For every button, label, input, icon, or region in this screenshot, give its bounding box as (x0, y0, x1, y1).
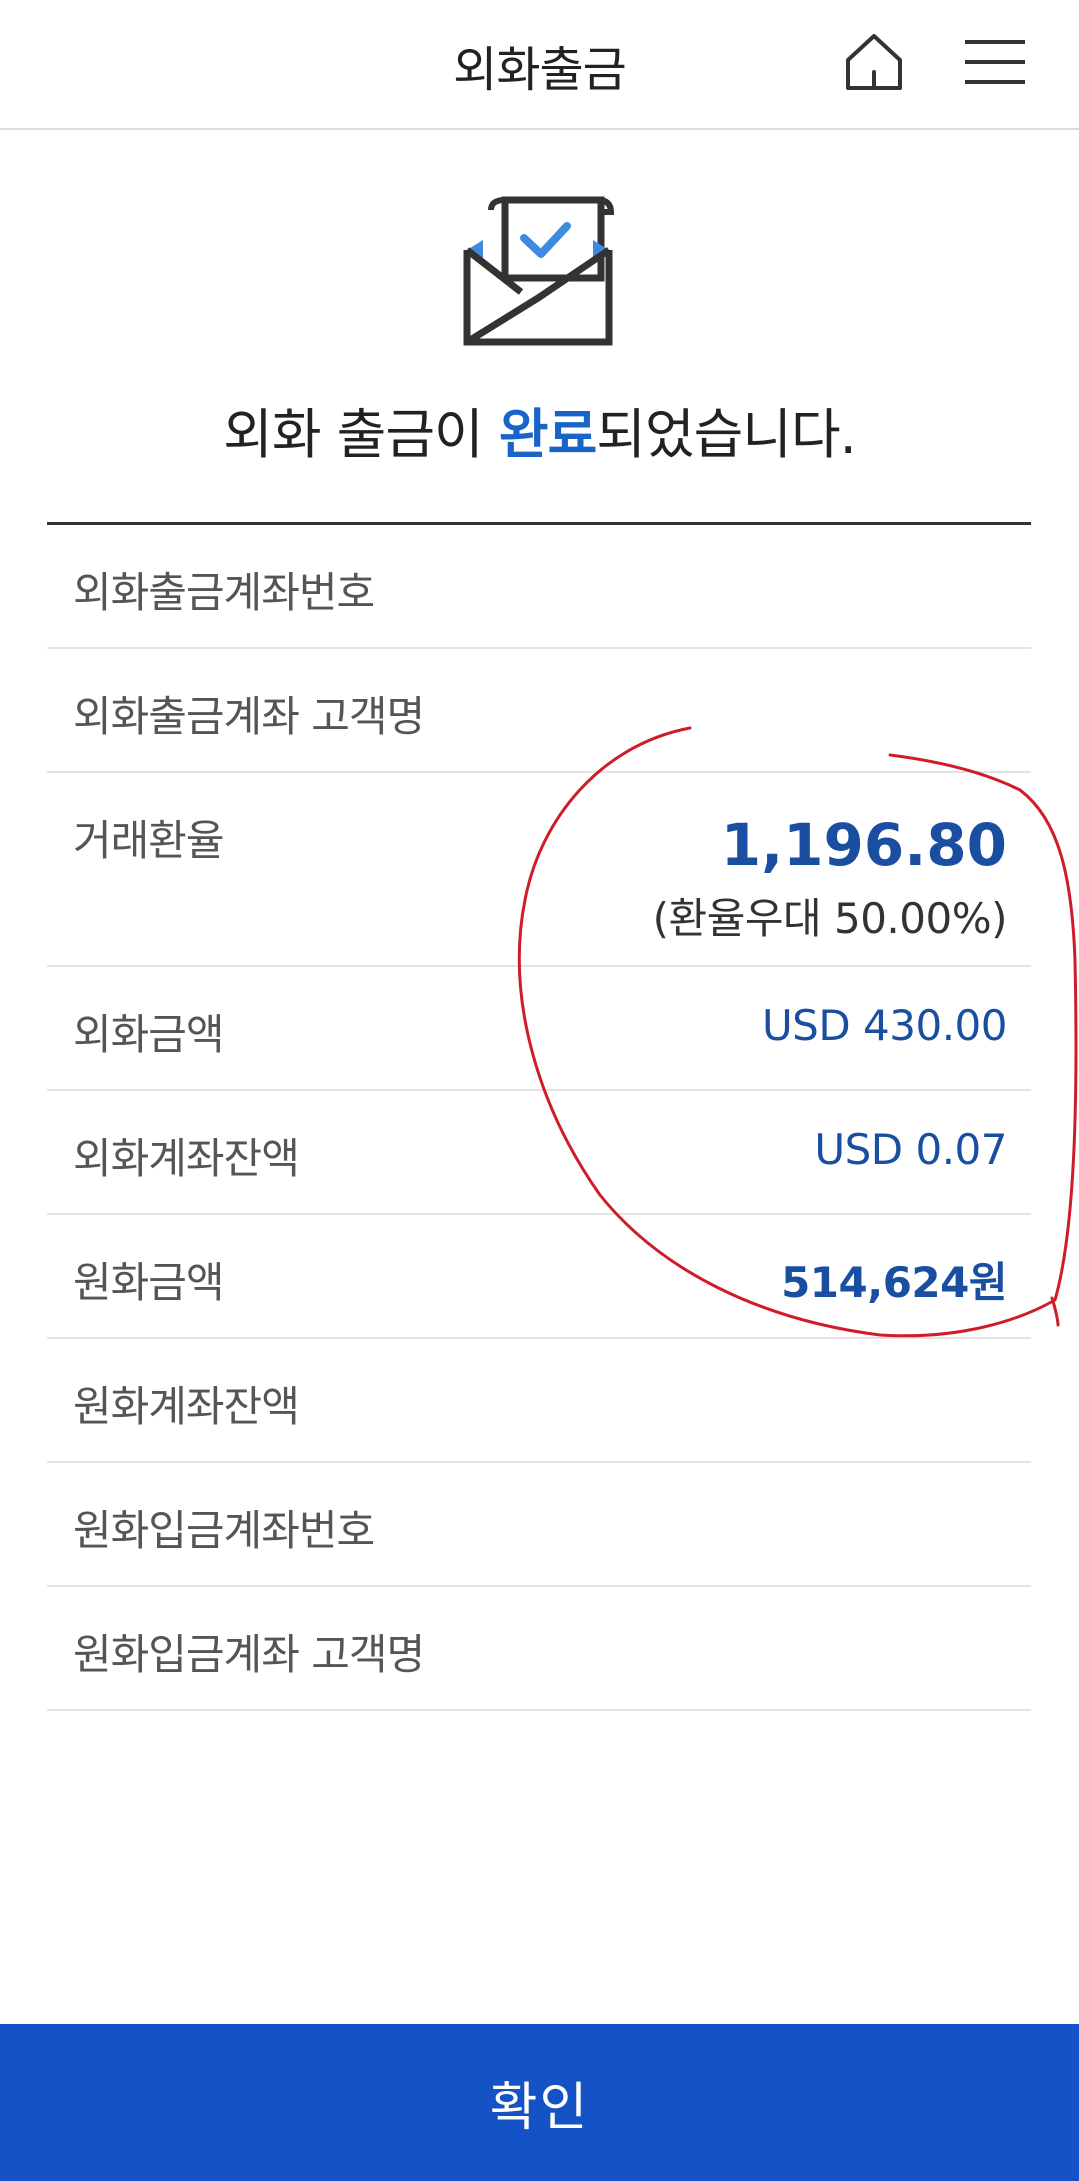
krw-amount-label: 원화금액 (73, 1258, 225, 1307)
exchange-rate-row: 거래환율 1,196.80 (환율우대 50.00%) (47, 773, 1031, 967)
fx-amount-value: USD 430.00 (761, 1001, 1008, 1050)
fx-amount-label: 외화금액 (73, 1010, 225, 1059)
krw-deposit-holder-row: 원화입금계좌 고객명 (47, 1587, 1031, 1711)
message-accent: 완료 (498, 403, 597, 466)
envelope-check-icon (461, 196, 615, 346)
krw-deposit-account-row: 원화입금계좌번호 (47, 1463, 1031, 1587)
krw-balance-row: 원화계좌잔액 (47, 1339, 1031, 1463)
krw-amount-value: 514,624원 (781, 1258, 1007, 1307)
exchange-rate-value: 1,196.80 (720, 811, 1007, 879)
transaction-details: 외화출금계좌번호 외화출금계좌 고객명 거래환율 1,196.80 (환율우대 … (47, 522, 1031, 1711)
krw-amount-row: 원화금액 514,624원 (47, 1215, 1031, 1339)
message-text-end: 되었습니다. (596, 403, 857, 466)
fx-withdraw-account-row: 외화출금계좌번호 (47, 525, 1031, 649)
fx-withdraw-account-label: 외화출금계좌번호 (73, 568, 375, 617)
message-text: 외화 출금이 (223, 403, 499, 466)
exchange-rate-label: 거래환율 (73, 816, 225, 865)
top-bar: 외화출금 (0, 0, 1079, 130)
home-icon[interactable] (842, 30, 906, 94)
fx-withdraw-holder-row: 외화출금계좌 고객명 (47, 649, 1031, 773)
krw-balance-label: 원화계좌잔액 (73, 1382, 300, 1431)
fx-withdraw-holder-label: 외화출금계좌 고객명 (73, 692, 425, 741)
exchange-rate-note: (환율우대 50.00%) (652, 894, 1008, 943)
fx-balance-row: 외화계좌잔액 USD 0.07 (47, 1091, 1031, 1215)
krw-deposit-holder-label: 원화입금계좌 고객명 (73, 1630, 425, 1679)
page-title: 외화출금 (453, 42, 627, 98)
fx-balance-value: USD 0.07 (814, 1125, 1007, 1174)
confirm-button[interactable]: 확인 (0, 2024, 1079, 2181)
fx-balance-label: 외화계좌잔액 (73, 1134, 300, 1183)
menu-icon[interactable] (963, 34, 1027, 90)
fx-amount-row: 외화금액 USD 430.00 (47, 967, 1031, 1091)
completion-message: 외화 출금이 완료되었습니다. (0, 390, 1079, 469)
krw-deposit-account-label: 원화입금계좌번호 (73, 1506, 375, 1555)
